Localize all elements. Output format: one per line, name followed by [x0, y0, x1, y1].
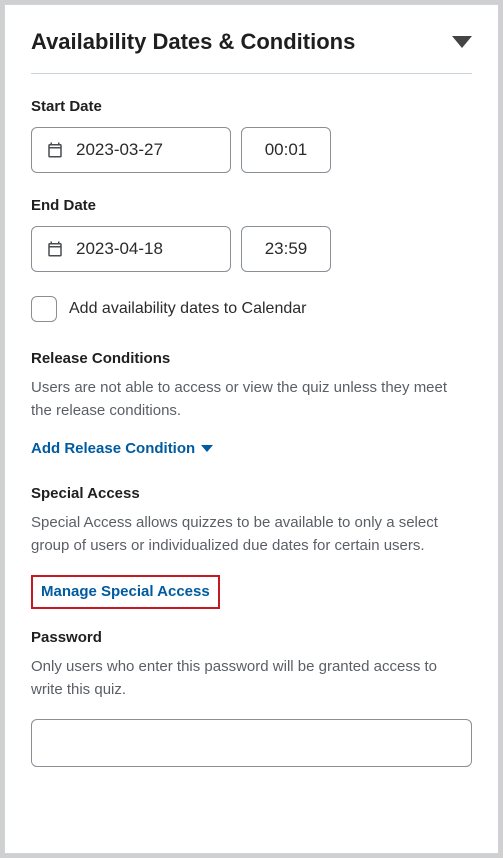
manage-special-access-label: Manage Special Access — [41, 583, 210, 600]
collapse-icon[interactable] — [452, 36, 472, 48]
chevron-down-icon — [201, 445, 213, 452]
special-access-desc: Special Access allows quizzes to be avai… — [31, 512, 472, 557]
end-date-input[interactable]: 2023-04-18 — [31, 226, 231, 272]
start-time-value: 00:01 — [265, 140, 308, 160]
add-release-condition-button[interactable]: Add Release Condition — [31, 440, 213, 457]
calendar-checkbox-label: Add availability dates to Calendar — [69, 300, 306, 318]
add-release-condition-label: Add Release Condition — [31, 440, 195, 457]
end-date-row: 2023-04-18 23:59 — [31, 226, 472, 272]
start-date-value: 2023-03-27 — [76, 140, 163, 160]
end-time-value: 23:59 — [265, 239, 308, 259]
start-date-row: 2023-03-27 00:01 — [31, 127, 472, 173]
start-date-label: Start Date — [31, 98, 472, 115]
start-date-input[interactable]: 2023-03-27 — [31, 127, 231, 173]
panel-header: Availability Dates & Conditions — [31, 29, 472, 55]
calendar-icon — [46, 141, 64, 159]
manage-special-access-button[interactable]: Manage Special Access — [41, 583, 210, 600]
password-input[interactable] — [31, 719, 472, 767]
calendar-icon — [46, 240, 64, 258]
end-time-input[interactable]: 23:59 — [241, 226, 331, 272]
end-date-label: End Date — [31, 197, 472, 214]
password-desc: Only users who enter this password will … — [31, 656, 472, 701]
end-date-value: 2023-04-18 — [76, 239, 163, 259]
availability-panel: Availability Dates & Conditions Start Da… — [4, 4, 499, 854]
release-conditions-desc: Users are not able to access or view the… — [31, 377, 472, 422]
highlight-box: Manage Special Access — [31, 575, 220, 609]
divider — [31, 73, 472, 74]
password-heading: Password — [31, 629, 472, 646]
start-time-input[interactable]: 00:01 — [241, 127, 331, 173]
special-access-heading: Special Access — [31, 485, 472, 502]
panel-title: Availability Dates & Conditions — [31, 29, 355, 55]
release-conditions-heading: Release Conditions — [31, 350, 472, 367]
calendar-checkbox-row: Add availability dates to Calendar — [31, 296, 472, 322]
calendar-checkbox[interactable] — [31, 296, 57, 322]
